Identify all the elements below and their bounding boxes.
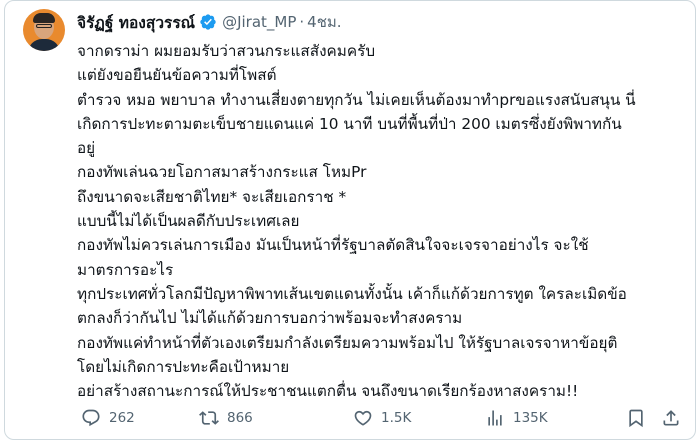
- bookmark-icon: [629, 409, 643, 428]
- tweet-line: อย่าสร้างสถานะการณ์ให้ประชาชนแตกตื่น จนถ…: [77, 382, 579, 401]
- timestamp[interactable]: 4ชม.: [307, 10, 341, 34]
- tweet-line: อยู่: [77, 139, 96, 158]
- tweet-line: เกิดการปะทะตามตะเข็บชายแดนแค่ 10 นาที บน…: [77, 114, 622, 133]
- views-count: 135K: [513, 410, 548, 426]
- like-count: 1.5K: [381, 410, 412, 426]
- views-icon: [488, 410, 502, 426]
- tweet-card[interactable]: จิรัฏฐ์ ทองสุวรรณ์ @Jirat_MP · 4ชม. จากด…: [4, 0, 696, 440]
- tweet-line: ตกลงก็ว่ากันไป ไม่ได้แก้ด้วยการบอกว่าพร้…: [77, 309, 463, 328]
- tweet-line: แบบนี้ไม่ได้เป็นผลดีกับประเทศเลย: [77, 212, 300, 231]
- author-name[interactable]: จิรัฏฐ์ ทองสุวรรณ์: [77, 10, 195, 35]
- tweet-line: ทุกประเทศทั่วโลกมีปัญหาพิพาทเส้นเขตแดนทั…: [77, 284, 627, 303]
- tweet-line: กองทัพเล่นฉวยโอกาสมาสร้างกระแส โหมPr: [77, 163, 367, 182]
- tweet-line: มาตรการอะไร: [77, 260, 174, 279]
- reply-button[interactable]: 262: [81, 406, 135, 430]
- author-handle[interactable]: @Jirat_MP: [222, 13, 296, 31]
- views-button[interactable]: 135K: [485, 406, 548, 430]
- tweet-line: จากดราม่า ผมยอมรับว่าสวนกระแสสังคมครับ: [77, 42, 376, 60]
- verified-badge-icon[interactable]: [199, 13, 217, 31]
- avatar[interactable]: [23, 9, 65, 51]
- repost-count: 866: [227, 410, 253, 426]
- tweet-line: โดยไม่เกิดการปะทะคือเป้าหมาย: [77, 357, 290, 376]
- tweet-header: จิรัฏฐ์ ทองสุวรรณ์ @Jirat_MP · 4ชม.: [77, 11, 342, 33]
- action-bar: 262 866 1.5K 135K: [81, 406, 691, 430]
- tweet-line: กองทัพไม่ควรเล่นการเมือง มันเป็นหน้าที่ร…: [77, 236, 589, 255]
- repost-icon: [199, 411, 219, 425]
- like-button[interactable]: 1.5K: [353, 406, 411, 430]
- reply-icon: [82, 409, 100, 427]
- tweet-text: จากดราม่า ผมยอมรับว่าสวนกระแสสังคมครับ แ…: [77, 39, 689, 403]
- tweet-line: ตำรวจ หมอ พยาบาล ทำงานเสี่ยงตายทุกวัน ไม…: [77, 90, 636, 109]
- tweet-line: ถึงขนาดจะเสียชาติไทย* จะเสียเอกราช *: [77, 187, 347, 206]
- reply-count: 262: [109, 410, 135, 426]
- tweet-line: กองทัพแค่ทำหน้าที่ตัวเองเตรียมกำลังเตรีย…: [77, 333, 618, 352]
- bookmark-button[interactable]: [626, 406, 646, 430]
- repost-button[interactable]: 866: [199, 406, 253, 430]
- share-icon: [663, 410, 679, 426]
- separator-dot: ·: [299, 13, 305, 31]
- heart-icon: [354, 410, 372, 426]
- tweet-line: แต่ยังขอยืนยันข้อความที่โพสต์: [77, 66, 277, 85]
- share-button[interactable]: [661, 406, 681, 430]
